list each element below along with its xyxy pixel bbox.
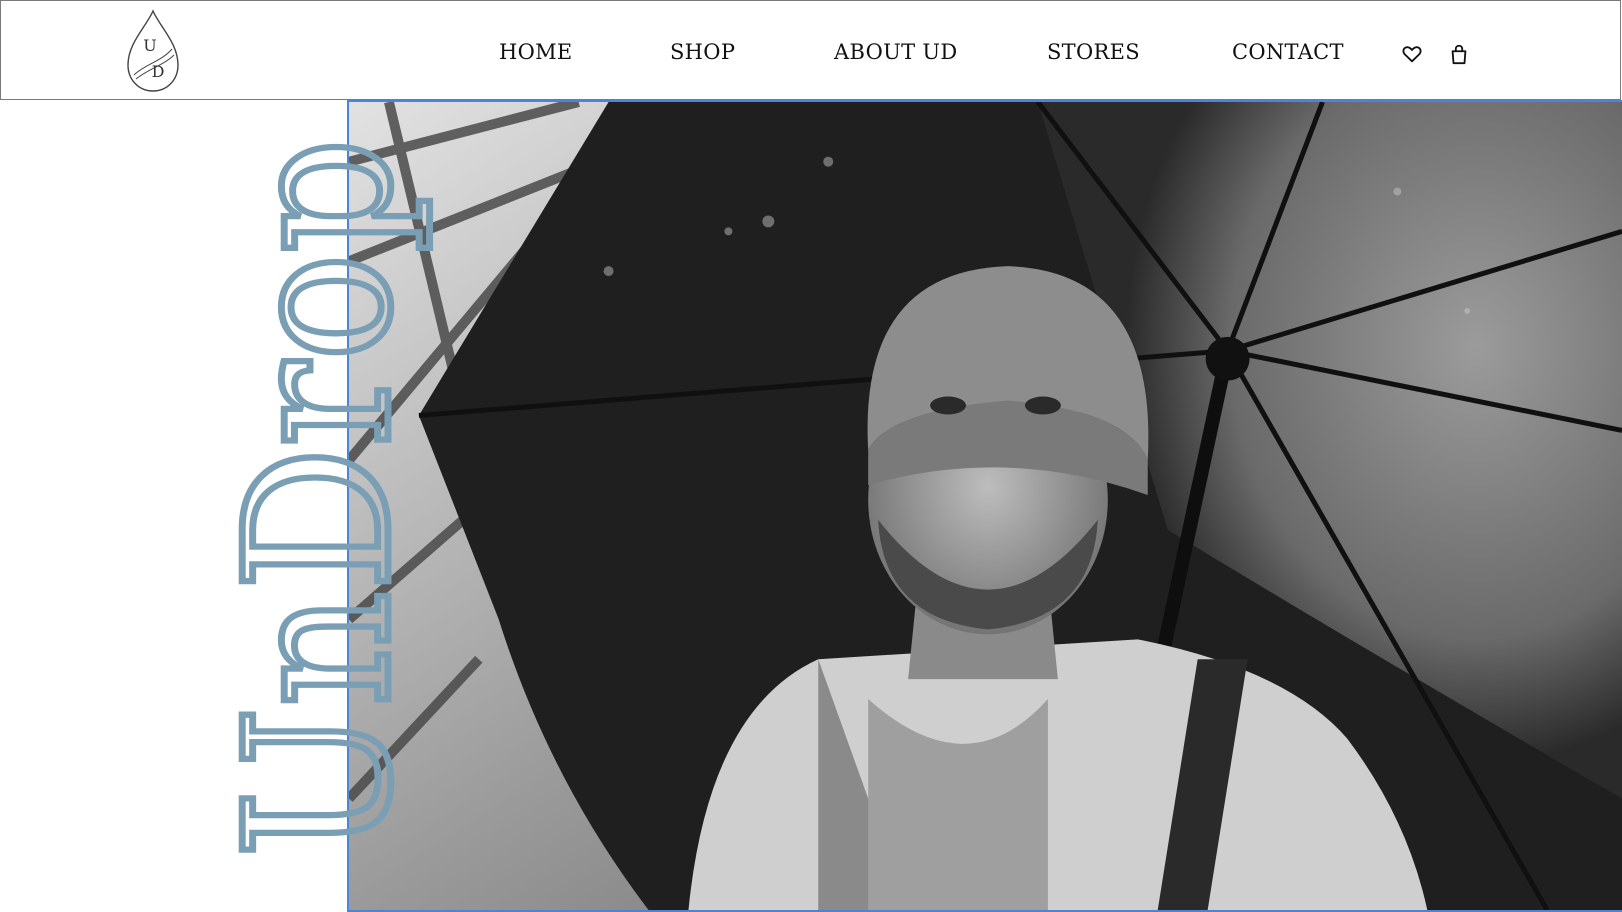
hero-image bbox=[347, 100, 1622, 912]
shopping-bag-icon bbox=[1451, 44, 1467, 65]
nav-stores[interactable]: STORES bbox=[1047, 37, 1140, 67]
nav-shop[interactable]: SHOP bbox=[670, 37, 735, 67]
logo-letter-u: U bbox=[143, 36, 156, 55]
logo-letter-d: D bbox=[152, 62, 165, 81]
heart-icon bbox=[1402, 46, 1422, 63]
nav-home[interactable]: HOME bbox=[499, 37, 573, 67]
man-with-umbrella-photo bbox=[349, 102, 1622, 910]
page: U D HOME SHOP ABOUT UD STORES CONTACT Un… bbox=[0, 0, 1622, 912]
brand-logo[interactable]: U D bbox=[122, 9, 184, 93]
site-header: U D HOME SHOP ABOUT UD STORES CONTACT bbox=[0, 0, 1621, 100]
water-drop-logo-icon: U D bbox=[127, 9, 179, 92]
wishlist-button[interactable] bbox=[1401, 43, 1423, 65]
nav-about-ud[interactable]: ABOUT UD bbox=[834, 37, 958, 67]
cart-button[interactable] bbox=[1448, 43, 1470, 65]
nav-contact[interactable]: CONTACT bbox=[1232, 37, 1344, 67]
